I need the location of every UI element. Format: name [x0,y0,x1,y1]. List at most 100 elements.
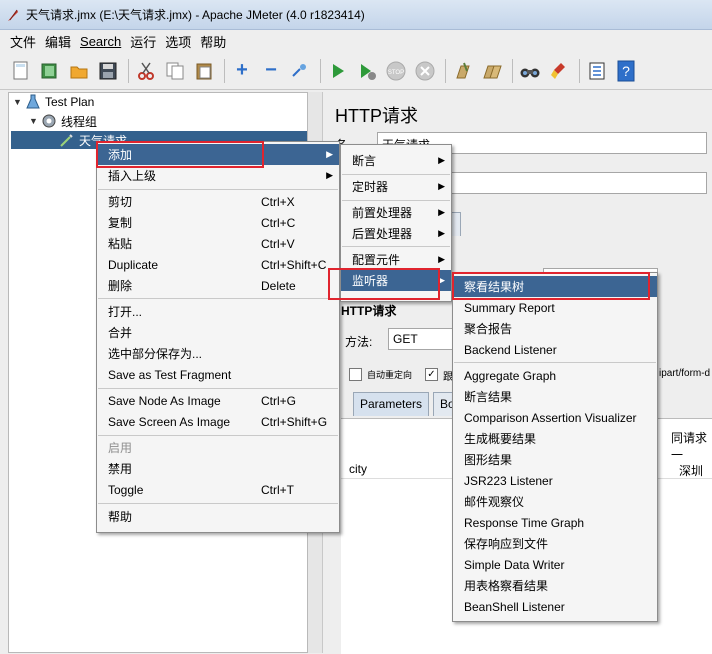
listener-item-save-responses[interactable]: 保存响应到文件 [453,533,657,554]
clear-all-icon[interactable] [481,60,503,82]
menu-separator [342,174,450,175]
tree-expand-arrow-icon[interactable]: ▼ [13,97,25,107]
menu-item-open[interactable]: 打开... [97,301,339,322]
menu-search[interactable]: Search [80,34,121,49]
menu-item-duplicate[interactable]: Duplicate Ctrl+Shift+C [97,254,339,275]
submenu-item-listeners[interactable]: 监听器 ▶ [341,270,451,291]
menu-separator [98,189,338,190]
listener-item-mailer-visualizer[interactable]: 邮件观察仪 [453,491,657,512]
submenu-item-post-processors[interactable]: 后置处理器 ▶ [341,223,451,244]
tree-node-thread-group[interactable]: ▼ 线程组 [29,112,97,130]
paste-icon[interactable] [193,60,215,82]
menu-item-copy[interactable]: 复制 Ctrl+C [97,212,339,233]
add-submenu: 断言 ▶ 定时器 ▶ 前置处理器 ▶ 后置处理器 ▶ 配置元件 ▶ 监听器 ▶ [340,144,452,302]
listener-item-backend-listener[interactable]: Backend Listener [453,339,657,360]
tab-parameters[interactable]: Parameters [353,392,430,416]
menu-separator [98,298,338,299]
follow-redirect-checkbox[interactable]: ✓ [425,368,438,381]
listener-item-generate-summary[interactable]: 生成概要结果 [453,428,657,449]
start-no-pause-icon[interactable] [356,60,378,82]
tree-node-test-plan[interactable]: ▼ Test Plan [13,93,94,111]
menu-item-cut[interactable]: 剪切 Ctrl+X [97,191,339,212]
shutdown-icon[interactable] [414,60,436,82]
auto-redirect-label: 自动重定向 [367,370,413,380]
auto-redirect-checkbox[interactable] [349,368,362,381]
listener-item-beanshell[interactable]: BeanShell Listener [453,596,657,617]
param-name-cell: city [349,462,367,476]
listener-item-jsr223[interactable]: JSR223 Listener [453,470,657,491]
menu-separator [98,503,338,504]
section-http-request: HTTP请求 [341,304,397,318]
templates-icon[interactable] [39,60,61,82]
toggle-icon[interactable] [289,60,311,82]
menu-options[interactable]: 选项 [165,32,191,51]
listener-item-graph-results[interactable]: 图形结果 [453,449,657,470]
menu-item-enable: 启用 [108,441,133,455]
submenu-item-pre-processors[interactable]: 前置处理器 ▶ [341,202,451,223]
menu-item-toggle[interactable]: Toggle Ctrl+T [97,479,339,500]
stop-icon[interactable]: STOP [385,60,407,82]
menu-separator [342,200,450,201]
menu-item-save-as-fragment[interactable]: Save as Test Fragment [97,364,339,385]
expand-icon[interactable]: + [231,59,253,82]
menu-separator [454,362,656,363]
menu-file[interactable]: 文件 [10,32,36,51]
gear-icon [41,113,57,129]
submenu-item-assertions[interactable]: 断言 ▶ [341,150,451,171]
tree-label-test-plan: Test Plan [45,95,95,109]
reset-search-icon[interactable] [548,60,570,82]
menu-item-delete[interactable]: 删除 Delete [97,275,339,296]
menu-item-help[interactable]: 帮助 [97,506,339,527]
listener-item-simple-data-writer[interactable]: Simple Data Writer [453,554,657,575]
toolbar-separator [128,58,129,83]
page-title: HTTP请求 [335,106,418,126]
toolbar-separator [445,58,446,83]
tree-label-thread-group: 线程组 [61,114,98,129]
listener-item-response-time-graph[interactable]: Response Time Graph [453,512,657,533]
menu-separator [98,388,338,389]
tree-expand-arrow-icon[interactable]: ▼ [29,116,41,126]
flask-icon [25,94,41,110]
submenu-item-config-elements[interactable]: 配置元件 ▶ [341,249,451,270]
copy-icon[interactable] [164,60,186,82]
menu-separator [342,246,450,247]
listener-item-view-results-table[interactable]: 用表格察看结果 [453,575,657,596]
function-helper-icon[interactable] [586,60,608,82]
cut-icon[interactable] [135,60,157,82]
menu-item-save-selection[interactable]: 选中部分保存为... [97,343,339,364]
method-select[interactable]: GET [388,328,458,350]
open-icon[interactable] [68,60,90,82]
menu-help[interactable]: 帮助 [200,32,226,51]
listener-item-aggregate-graph[interactable]: Aggregate Graph [453,365,657,386]
menu-separator [98,435,338,436]
jmeter-feather-icon [6,8,20,22]
save-icon[interactable] [97,60,119,82]
listener-item-view-results-tree[interactable]: 察看结果树 [453,276,657,297]
clear-icon[interactable] [452,60,474,82]
table-column-header: 同请求一 [671,431,708,462]
listener-item-aggregate-report[interactable]: 聚合报告 [453,318,657,339]
menu-edit[interactable]: 编辑 [45,32,71,51]
menu-item-add[interactable]: 添加 ▶ [97,144,339,165]
new-icon[interactable] [10,60,32,82]
toolbar-separator [579,58,580,83]
context-menu: 添加 ▶ 插入上级 ▶ 剪切 Ctrl+X 复制 Ctrl+C 粘贴 Ctrl+V Dup… [96,141,340,533]
listener-item-comparison-assertion[interactable]: Comparison Assertion Visualizer [453,407,657,428]
menu-run[interactable]: 运行 [130,32,156,51]
menu-item-paste[interactable]: 粘贴 Ctrl+V [97,233,339,254]
listener-item-summary-report[interactable]: Summary Report [453,297,657,318]
menu-item-save-node-image[interactable]: Save Node As Image Ctrl+G [97,390,339,411]
method-label: 方法: [345,335,373,349]
submenu-item-timers[interactable]: 定时器 ▶ [341,176,451,197]
window-title: 天气请求.jmx (E:\天气请求.jmx) - Apache JMeter (… [26,8,365,22]
search-icon[interactable] [519,60,541,82]
menu-item-save-screen-image[interactable]: Save Screen As Image Ctrl+Shift+G [97,411,339,432]
menu-item-merge[interactable]: 合并 [97,322,339,343]
collapse-icon[interactable]: − [260,59,282,82]
listener-item-assertion-results[interactable]: 断言结果 [453,386,657,407]
toolbar-separator [224,58,225,83]
menu-item-insert-parent[interactable]: 插入上级 ▶ [97,165,339,186]
menu-item-disable[interactable]: 禁用 [97,458,339,479]
help-icon[interactable]: ? [615,60,637,82]
start-icon[interactable] [327,60,349,82]
